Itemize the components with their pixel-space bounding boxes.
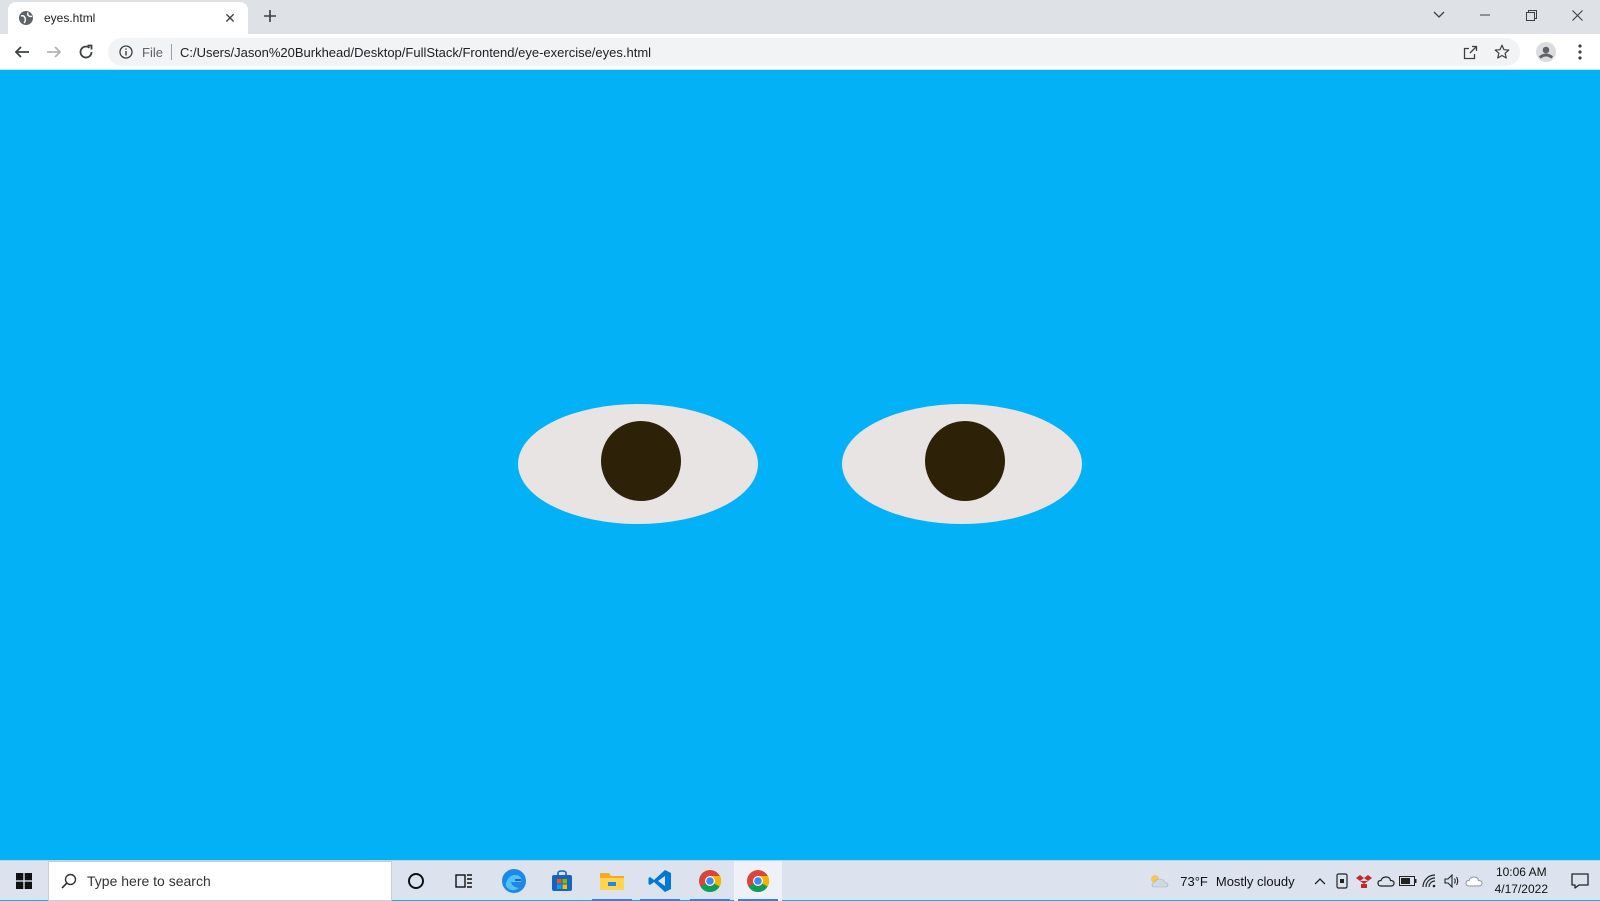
device-icon[interactable]	[1331, 870, 1353, 892]
edge-browser-icon[interactable]	[490, 861, 538, 901]
share-icon[interactable]	[1460, 42, 1480, 62]
windows-taskbar: Type here to search 73°F Mostly cloudy 1…	[0, 860, 1600, 901]
cortana-button[interactable]	[392, 861, 440, 901]
volume-icon[interactable]	[1441, 870, 1463, 892]
microsoft-store-icon[interactable]	[538, 861, 586, 901]
forward-button[interactable]	[40, 38, 68, 66]
restore-icon	[1525, 9, 1537, 21]
browser-toolbar: File C:/Users/Jason%20Burkhead/Desktop/F…	[0, 34, 1600, 70]
chrome-icon[interactable]	[686, 861, 734, 901]
left-pupil	[601, 421, 681, 501]
battery-icon[interactable]	[1397, 870, 1419, 892]
info-icon[interactable]	[118, 44, 134, 60]
bookmark-star-icon[interactable]	[1492, 42, 1512, 62]
tab-strip: eyes.html ✕	[0, 0, 1600, 34]
chevron-down-icon	[1433, 11, 1445, 18]
cloud-sync-icon[interactable]	[1463, 870, 1485, 892]
globe-icon	[18, 10, 34, 26]
browser-window-chrome: eyes.html ✕ File C:/Users/Jason%20Burkhe…	[0, 0, 1600, 71]
dropbox-icon[interactable]	[1353, 870, 1375, 892]
tab-search-button[interactable]	[1416, 0, 1462, 30]
task-view-button[interactable]	[440, 861, 488, 901]
weather-widget[interactable]: 73°F Mostly cloudy	[1148, 872, 1295, 890]
onedrive-cloud-icon[interactable]	[1375, 870, 1397, 892]
system-clock[interactable]: 10:06 AM 4/17/2022	[1495, 864, 1548, 898]
search-placeholder: Type here to search	[87, 873, 211, 889]
action-center-button[interactable]	[1560, 861, 1600, 901]
weather-condition: Mostly cloudy	[1215, 873, 1295, 889]
arrow-right-icon	[47, 46, 62, 58]
avatar-icon	[1536, 42, 1556, 62]
tab-close-icon[interactable]: ✕	[222, 10, 238, 26]
new-tab-button[interactable]	[260, 6, 280, 26]
right-pupil	[925, 421, 1005, 501]
vscode-icon[interactable]	[636, 861, 684, 901]
address-separator	[170, 44, 172, 60]
page-content	[0, 71, 1600, 860]
search-icon	[61, 873, 77, 889]
clock-time: 10:06 AM	[1495, 865, 1547, 879]
url-text[interactable]: C:/Users/Jason%20Burkhead/Desktop/FullSt…	[180, 45, 651, 60]
reload-button[interactable]	[72, 38, 100, 66]
windows-logo-icon	[16, 873, 32, 889]
close-window-button[interactable]	[1554, 0, 1600, 30]
cortana-circle-icon	[408, 873, 424, 889]
taskbar-search-box[interactable]: Type here to search	[48, 861, 392, 901]
address-bar[interactable]: File C:/Users/Jason%20Burkhead/Desktop/F…	[108, 38, 1520, 66]
notification-icon	[1571, 873, 1589, 889]
plus-icon	[264, 10, 276, 22]
restore-button[interactable]	[1508, 0, 1554, 30]
file-explorer-icon[interactable]	[588, 861, 636, 901]
arrow-left-icon	[14, 46, 29, 58]
minimize-icon	[1480, 14, 1490, 16]
back-button[interactable]	[8, 38, 36, 66]
close-icon	[1571, 9, 1583, 21]
more-vert-icon	[1578, 44, 1582, 60]
task-view-icon	[455, 874, 472, 888]
cloud-sun-icon	[1151, 875, 1169, 888]
clock-date: 4/17/2022	[1494, 882, 1548, 896]
weather-temperature: 73°F	[1180, 873, 1208, 889]
tab-eyes-html[interactable]: eyes.html ✕	[8, 2, 248, 34]
minimize-button[interactable]	[1462, 0, 1508, 30]
left-eye	[518, 404, 758, 524]
chrome-icon-active-window[interactable]	[734, 861, 782, 901]
right-eye	[842, 404, 1082, 524]
tab-title: eyes.html	[44, 11, 96, 25]
chevron-up-icon[interactable]	[1309, 870, 1331, 892]
system-tray: 73°F Mostly cloudy 10:06 AM 4/17/2022	[1148, 861, 1600, 901]
browser-menu-button[interactable]	[1566, 38, 1594, 66]
start-button[interactable]	[0, 861, 48, 901]
address-bar-actions	[1460, 42, 1512, 62]
profile-avatar-button[interactable]	[1532, 38, 1560, 66]
url-scheme-label: File	[142, 44, 163, 60]
wifi-icon[interactable]	[1419, 870, 1441, 892]
reload-icon	[79, 44, 93, 59]
window-controls	[1416, 0, 1600, 30]
